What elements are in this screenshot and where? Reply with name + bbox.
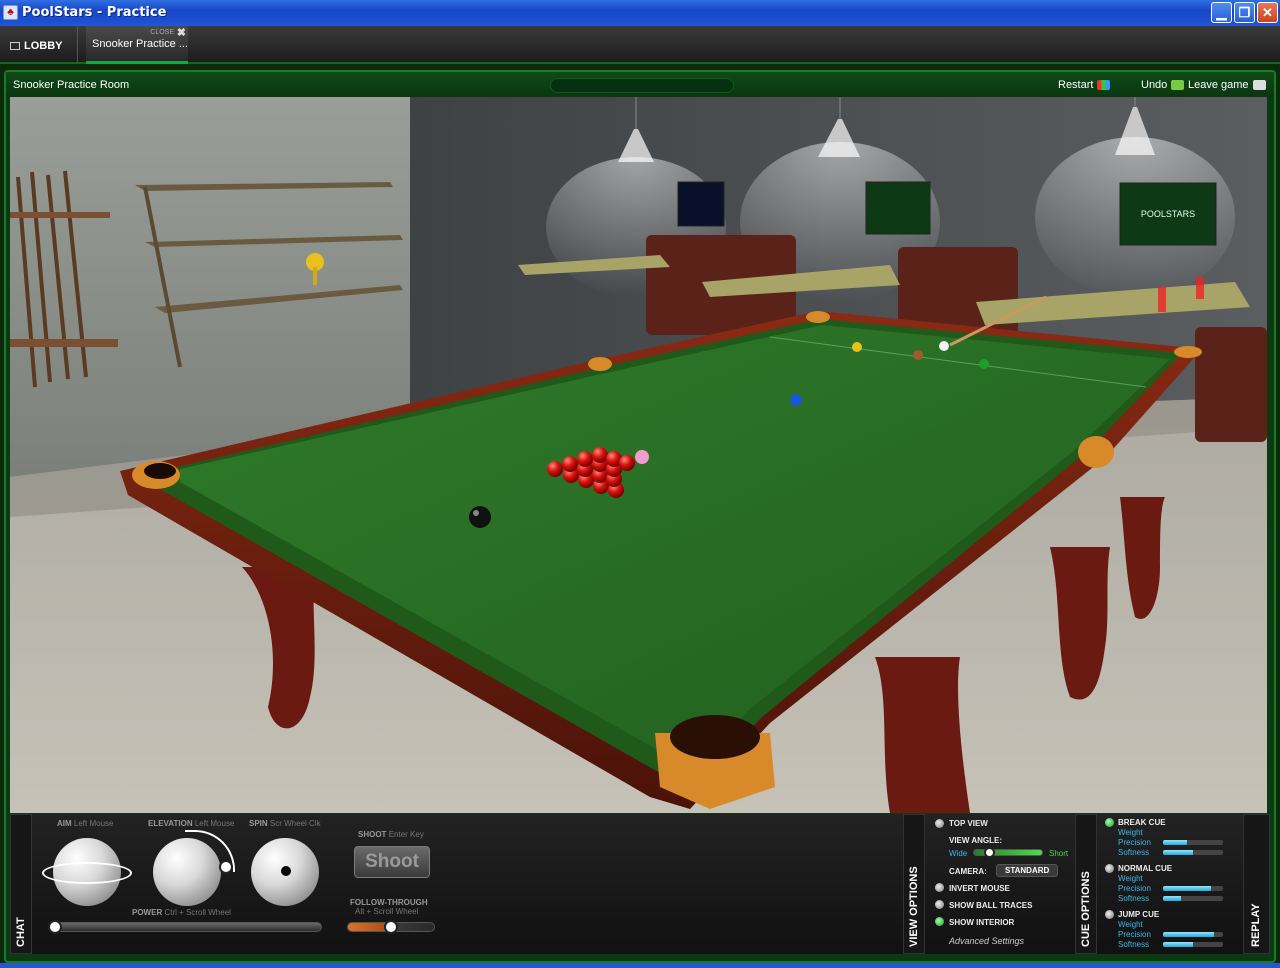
view-angle-handle[interactable]	[984, 847, 995, 858]
snooker-scene[interactable]: POOLSTARS	[10, 97, 1267, 813]
follow-through-label: FOLLOW-THROUGH	[350, 898, 428, 907]
normal-cue-softness-bar	[1163, 896, 1223, 901]
normal-cue-radio[interactable]	[1105, 864, 1114, 873]
restart-button[interactable]: Restart	[1058, 79, 1111, 91]
invert-mouse-label: INVERT MOUSE	[949, 884, 1010, 893]
green-ball	[979, 359, 989, 369]
tab-lobby-label: LOBBY	[24, 40, 63, 52]
room-title: Snooker Practice Room	[13, 79, 130, 91]
chat-tab[interactable]: CHAT	[10, 814, 32, 954]
jump-cue-label: JUMP CUE	[1118, 910, 1160, 919]
control-panel: CHAT AIM Left Mouse ELEVATION Left Mouse…	[10, 814, 1270, 954]
tab-close-icon[interactable]: ✖	[177, 26, 186, 39]
jump-cue-radio[interactable]	[1105, 910, 1114, 919]
power-slider[interactable]	[52, 922, 322, 932]
break-cue-radio[interactable]	[1105, 818, 1114, 827]
brown-ball	[913, 350, 923, 360]
jump-cue-softness-bar	[1163, 942, 1223, 947]
replay-label: REPLAY	[1250, 903, 1262, 947]
yellow-ball	[852, 342, 862, 352]
poolstars-app-icon: ♣	[3, 5, 18, 20]
undo-label: Undo	[1141, 79, 1168, 91]
elevation-handle[interactable]	[219, 860, 233, 874]
power-slider-handle[interactable]	[48, 920, 62, 934]
view-angle-short-label: Short	[1049, 849, 1069, 858]
status-slot	[550, 78, 734, 93]
tab-lobby[interactable]: LOBBY	[0, 26, 78, 64]
jump-cue-precision-label: Precision	[1118, 930, 1151, 939]
spin-point-marker	[281, 866, 291, 876]
os-taskbar	[0, 963, 1280, 968]
camera-label: CAMERA:	[949, 867, 987, 876]
cue-ball	[939, 341, 949, 351]
elevation-label: ELEVATION Left Mouse	[148, 819, 235, 828]
break-cue-precision-bar	[1163, 840, 1223, 845]
view-options-tab[interactable]: VIEW OPTIONS	[903, 814, 925, 954]
normal-cue-softness-label: Softness	[1118, 894, 1150, 903]
break-cue-weight-label: Weight	[1118, 828, 1143, 837]
shoot-button[interactable]: Shoot	[354, 846, 430, 878]
tab-close-label: CLOSE	[150, 29, 174, 36]
normal-cue-label: NORMAL CUE	[1118, 864, 1173, 873]
view-options-label: VIEW OPTIONS	[908, 866, 920, 947]
follow-through-handle[interactable]	[384, 920, 398, 934]
leave-game-button[interactable]: Leave game	[1188, 79, 1266, 91]
scene-canvas[interactable]: POOLSTARS	[10, 97, 1267, 813]
break-cue-label: BREAK CUE	[1118, 818, 1166, 827]
jump-cue-softness-label: Softness	[1118, 940, 1150, 949]
view-angle-wide-label: Wide	[949, 849, 968, 858]
normal-cue-weight-label: Weight	[1118, 874, 1143, 883]
cue-options-label: CUE OPTIONS	[1080, 871, 1092, 947]
advanced-settings-link[interactable]: Advanced Settings	[949, 936, 1024, 946]
shoot-label: SHOOT Enter Key	[358, 830, 424, 839]
leave-game-label: Leave game	[1188, 79, 1249, 91]
close-window-button[interactable]: ✕	[1257, 2, 1278, 23]
show-interior-radio[interactable]	[935, 917, 944, 926]
normal-cue-precision-bar	[1163, 886, 1223, 891]
pink-ball	[635, 450, 649, 464]
blue-ball	[790, 394, 802, 406]
break-cue-precision-label: Precision	[1118, 838, 1151, 847]
camera-select[interactable]: STANDARD	[996, 864, 1059, 877]
power-label: POWER Ctrl + Scroll Wheel	[132, 908, 231, 917]
monitor-logo-text: POOLSTARS	[1141, 209, 1195, 219]
maximize-button[interactable]: ❐	[1234, 2, 1255, 23]
tab-snooker-practice[interactable]: Snooker Practice ... CLOSE ✖	[86, 26, 188, 64]
restart-label: Restart	[1058, 79, 1094, 91]
cue-options-tab[interactable]: CUE OPTIONS	[1075, 814, 1097, 954]
lobby-icon	[10, 42, 20, 50]
aim-label: AIM Left Mouse	[57, 819, 114, 828]
top-view-label: TOP VIEW	[949, 819, 988, 828]
window-titlebar: ♣ PoolStars - Practice ▁ ❐ ✕	[0, 0, 1280, 26]
show-interior-label: SHOW INTERIOR	[949, 918, 1015, 927]
follow-through-hint: Alt + Scroll Wheel	[355, 907, 419, 916]
spin-label: SPIN Scr Wheel Clk	[249, 819, 321, 828]
jump-cue-weight-label: Weight	[1118, 920, 1143, 929]
tab-bar: LOBBY Snooker Practice ... CLOSE ✖	[0, 26, 1280, 64]
restart-icon	[1097, 80, 1111, 91]
top-view-radio[interactable]	[935, 819, 944, 828]
black-ball	[469, 506, 491, 528]
aim-orbit-ring	[42, 862, 132, 884]
jump-cue-precision-bar	[1163, 932, 1223, 937]
room-header: Snooker Practice Room Restart Undo Leave…	[6, 72, 1274, 98]
break-cue-softness-bar	[1163, 850, 1223, 855]
view-angle-label: VIEW ANGLE:	[949, 836, 1003, 845]
invert-mouse-radio[interactable]	[935, 883, 944, 892]
show-ball-traces-radio[interactable]	[935, 900, 944, 909]
tab-snooker-practice-label: Snooker Practice ...	[92, 38, 188, 50]
minimize-button[interactable]: ▁	[1211, 2, 1232, 23]
undo-button[interactable]: Undo	[1141, 79, 1185, 91]
chat-label: CHAT	[15, 917, 27, 947]
leave-game-icon	[1252, 80, 1266, 91]
replay-tab[interactable]: REPLAY	[1243, 814, 1270, 954]
show-ball-traces-label: SHOW BALL TRACES	[949, 901, 1033, 910]
break-cue-softness-label: Softness	[1118, 848, 1150, 857]
window-title: PoolStars - Practice	[22, 5, 167, 20]
normal-cue-precision-label: Precision	[1118, 884, 1151, 893]
undo-icon	[1171, 80, 1185, 91]
